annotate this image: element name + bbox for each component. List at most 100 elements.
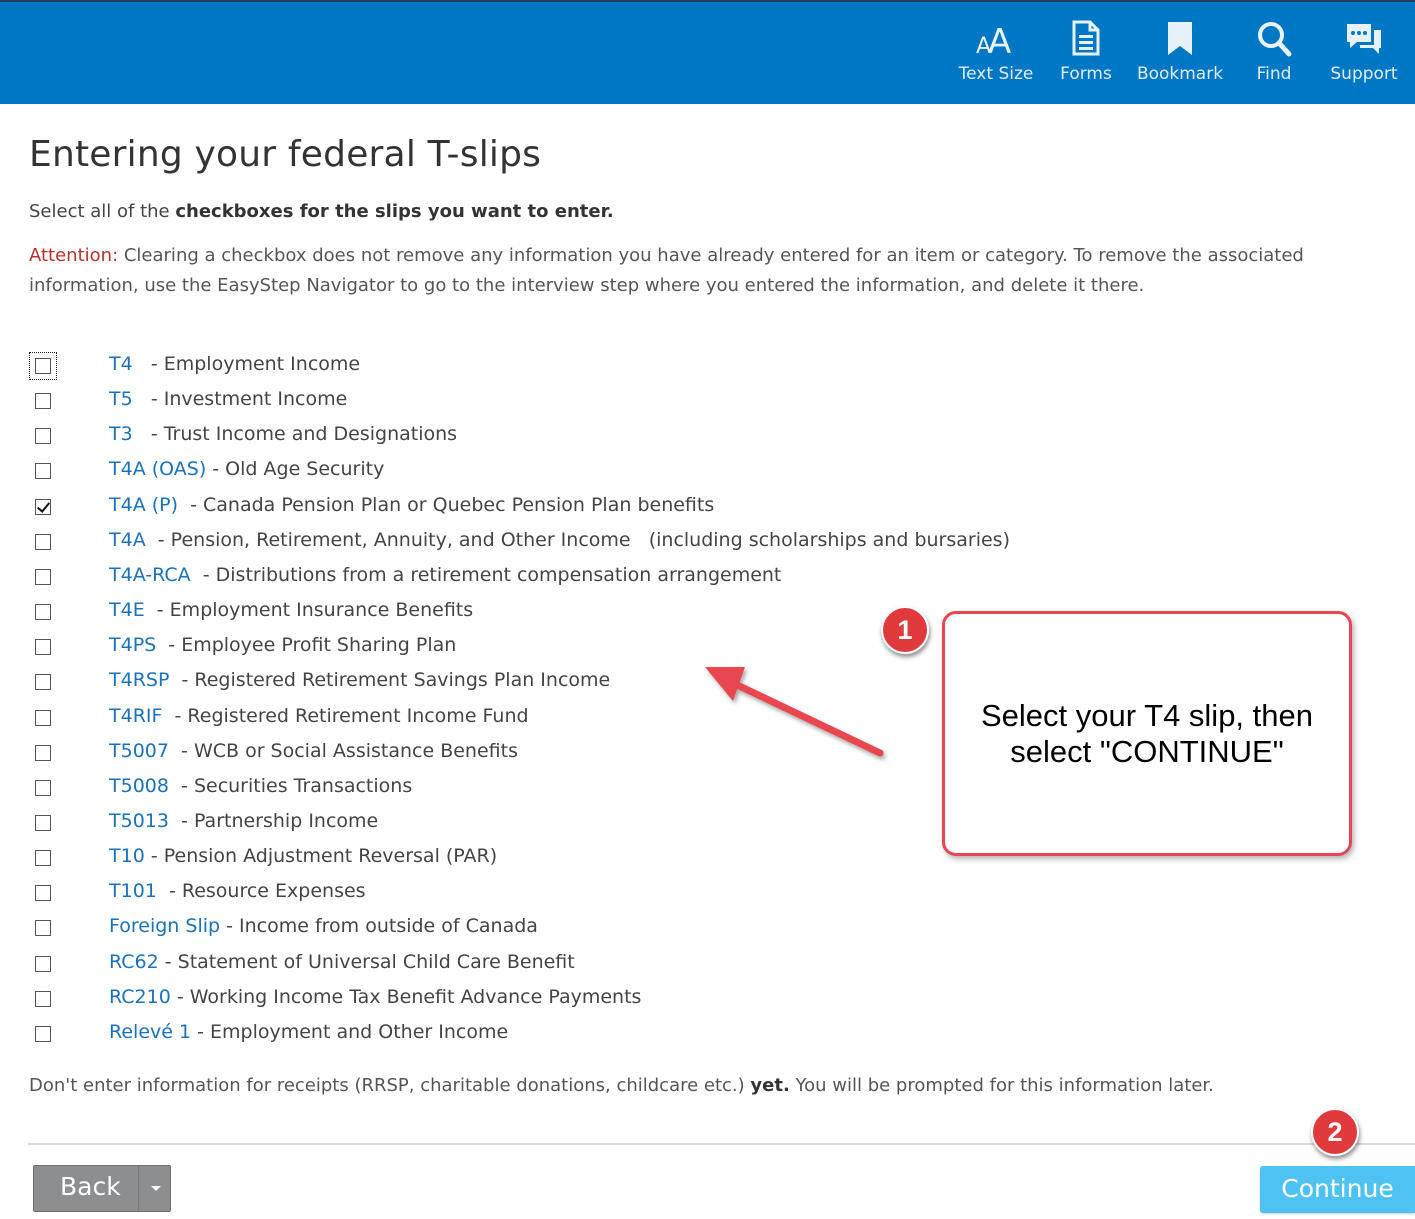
- slip-checkbox[interactable]: [35, 710, 51, 726]
- slip-code-link[interactable]: T3: [109, 423, 133, 445]
- slip-code-link[interactable]: T4E: [109, 599, 145, 621]
- find-label: Find: [1256, 64, 1292, 84]
- slip-row: Foreign Slip - Income from outside of Ca…: [28, 913, 1128, 945]
- slip-code-link[interactable]: T5: [109, 388, 133, 410]
- slip-label: T5008 - Securities Transactions: [109, 775, 412, 797]
- slip-label: T5007 - WCB or Social Assistance Benefit…: [109, 740, 518, 762]
- slip-code-link[interactable]: T4A (P): [109, 494, 178, 516]
- slip-row: T101 - Resource Expenses: [28, 878, 1128, 910]
- slip-code-link[interactable]: T5008: [109, 775, 169, 797]
- slip-code-link[interactable]: T4A-RCA: [109, 564, 191, 586]
- footnote: Don't enter information for receipts (RR…: [29, 1075, 1214, 1096]
- slip-code-link[interactable]: RC62: [109, 951, 159, 973]
- caret-down-icon[interactable]: [151, 1186, 161, 1191]
- slip-code-link[interactable]: Relevé 1: [109, 1021, 191, 1043]
- slip-code-link[interactable]: T10: [109, 845, 145, 867]
- footer-divider: [28, 1143, 1415, 1145]
- slip-checkbox[interactable]: [35, 1026, 51, 1042]
- attention-text: Clearing a checkbox does not remove any …: [29, 245, 1304, 296]
- slip-code-link[interactable]: T4A: [109, 529, 146, 551]
- slip-checkbox[interactable]: [35, 393, 51, 409]
- slip-checkbox[interactable]: [35, 674, 51, 690]
- slip-row: Relevé 1 - Employment and Other Income: [28, 1019, 1128, 1051]
- slip-row: T3 - Trust Income and Designations: [28, 421, 1128, 453]
- slip-code-link[interactable]: T4A (OAS): [109, 458, 206, 480]
- support-button[interactable]: Support: [1326, 20, 1402, 84]
- slip-checkbox[interactable]: [35, 534, 51, 550]
- slip-checkbox[interactable]: [35, 604, 51, 620]
- slip-row: T4A (OAS) - Old Age Security: [28, 456, 1128, 488]
- slip-row: T4A (P) - Canada Pension Plan or Quebec …: [28, 492, 1128, 524]
- slip-code-link[interactable]: T4RSP: [109, 669, 169, 691]
- slip-label: T3 - Trust Income and Designations: [109, 423, 457, 445]
- chat-bubbles-icon: [1347, 24, 1381, 54]
- slip-code-link[interactable]: T4PS: [109, 634, 156, 656]
- slip-description: - Partnership Income: [168, 810, 379, 832]
- slip-checkbox[interactable]: [35, 850, 51, 866]
- slip-code-link[interactable]: T101: [109, 880, 157, 902]
- slip-label: T5013 - Partnership Income: [109, 810, 378, 832]
- slip-checkbox[interactable]: [35, 991, 51, 1007]
- continue-button[interactable]: Continue: [1260, 1166, 1415, 1213]
- slip-description: - Registered Retirement Savings Plan Inc…: [169, 669, 611, 691]
- slip-checkbox[interactable]: [35, 569, 51, 585]
- text-size-label: Text Size: [958, 64, 1034, 84]
- slip-description: - Employment and Other Income: [191, 1021, 509, 1043]
- slip-checkbox[interactable]: [35, 920, 51, 936]
- slip-checkbox[interactable]: [35, 956, 51, 972]
- slip-description: - Statement of Universal Child Care Bene…: [158, 951, 575, 973]
- back-button-label: Back: [60, 1172, 121, 1201]
- slip-description: - WCB or Social Assistance Benefits: [168, 740, 518, 762]
- top-toolbar: A A Text Size Forms Bookmark Find Suppor…: [0, 0, 1415, 104]
- slip-checkbox[interactable]: [35, 815, 51, 831]
- slip-checkbox[interactable]: [35, 463, 51, 479]
- slip-description: - Investment Income: [132, 388, 348, 410]
- find-button[interactable]: Find: [1250, 20, 1298, 84]
- intro-text: Select all of the checkboxes for the sli…: [29, 201, 614, 222]
- slip-label: T5 - Investment Income: [109, 388, 347, 410]
- attention-note: Attention: Clearing a checkbox does not …: [29, 241, 1389, 301]
- slip-checkbox[interactable]: [35, 499, 51, 515]
- slip-row: T4A - Pension, Retirement, Annuity, and …: [28, 527, 1128, 559]
- step-badge-1: 1: [881, 606, 929, 654]
- slip-checkbox[interactable]: [35, 428, 51, 444]
- slip-description: - Pension Adjustment Reversal (PAR): [144, 845, 498, 867]
- slip-code-link[interactable]: T4: [109, 353, 133, 375]
- slip-label: T4E - Employment Insurance Benefits: [109, 599, 473, 621]
- bookmark-label: Bookmark: [1136, 64, 1224, 84]
- slip-description: - Registered Retirement Income Fund: [162, 705, 529, 727]
- back-button-divider: [138, 1166, 139, 1211]
- slip-code-link[interactable]: Foreign Slip: [109, 915, 220, 937]
- slip-row: T5 - Investment Income: [28, 386, 1128, 418]
- slip-checkbox[interactable]: [35, 639, 51, 655]
- annotation-arrow-icon: [705, 667, 884, 757]
- slip-description: - Canada Pension Plan or Quebec Pension …: [178, 494, 715, 516]
- text-size-button[interactable]: A A Text Size: [957, 20, 1035, 84]
- slip-checkbox[interactable]: [29, 352, 57, 380]
- slip-row: T4 - Employment Income: [28, 351, 1128, 383]
- slip-label: T4A - Pension, Retirement, Annuity, and …: [109, 529, 1010, 551]
- slip-label: T4RIF - Registered Retirement Income Fun…: [109, 705, 529, 727]
- slip-checkbox[interactable]: [35, 780, 51, 796]
- back-button[interactable]: Back: [33, 1165, 171, 1212]
- slip-description: - Working Income Tax Benefit Advance Pay…: [170, 986, 642, 1008]
- slip-row: RC210 - Working Income Tax Benefit Advan…: [28, 984, 1128, 1016]
- slip-code-link[interactable]: T4RIF: [109, 705, 162, 727]
- slip-label: Foreign Slip - Income from outside of Ca…: [109, 915, 538, 937]
- slip-checkbox[interactable]: [35, 885, 51, 901]
- slip-label: RC210 - Working Income Tax Benefit Advan…: [109, 986, 641, 1008]
- slip-label: T4A-RCA - Distributions from a retiremen…: [109, 564, 781, 586]
- bookmark-button[interactable]: Bookmark: [1136, 20, 1224, 84]
- slip-description: - Income from outside of Canada: [220, 915, 538, 937]
- checkmark-icon: [36, 499, 51, 513]
- slip-checkbox[interactable]: [35, 745, 51, 761]
- slip-code-link[interactable]: RC210: [109, 986, 171, 1008]
- slip-code-link[interactable]: T5007: [109, 740, 169, 762]
- forms-button[interactable]: Forms: [1057, 20, 1115, 84]
- footnote-suffix: You will be prompted for this informatio…: [789, 1075, 1214, 1096]
- slip-code-link[interactable]: T5013: [109, 810, 169, 832]
- slip-description: - Employee Profit Sharing Plan: [156, 634, 457, 656]
- forms-label: Forms: [1060, 64, 1112, 84]
- attention-label: Attention:: [29, 245, 119, 266]
- slip-label: T4 - Employment Income: [109, 353, 360, 375]
